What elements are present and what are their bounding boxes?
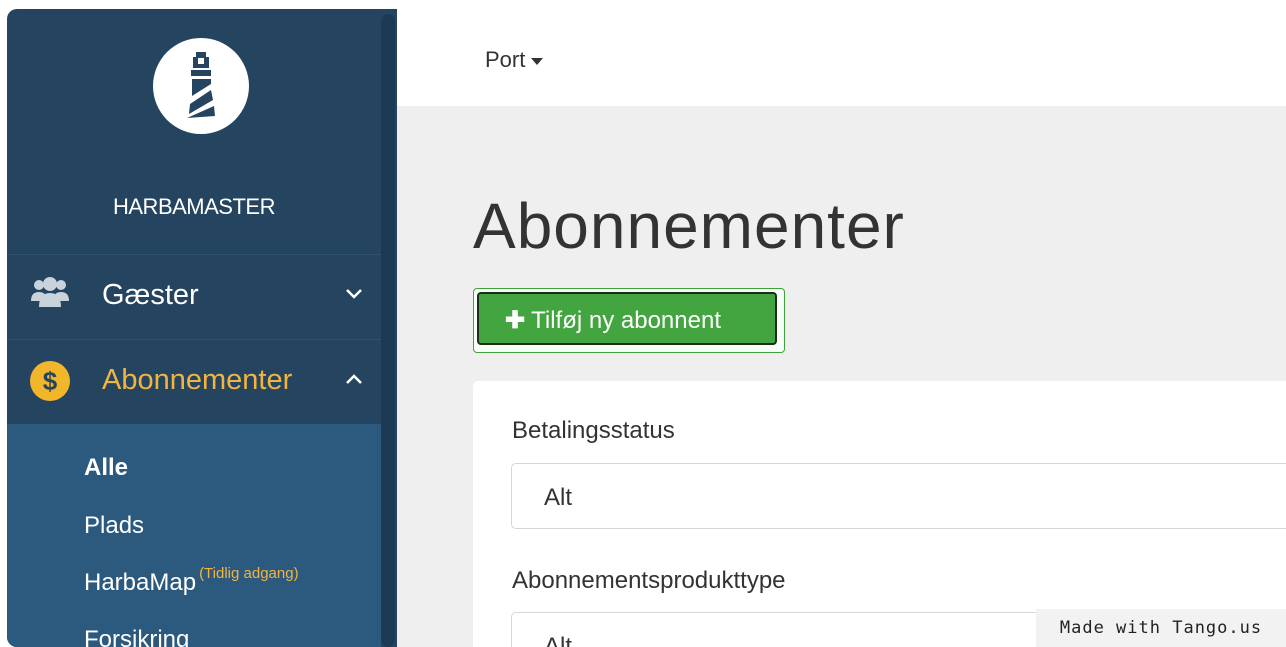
- submenu-item-harbamap-label: HarbaMap: [84, 569, 197, 596]
- sidebar: HARBAMASTER Gæster $ Abonnementer Alle P…: [7, 9, 397, 647]
- submenu-item-harbamap[interactable]: HarbaMap (Tidlig adgang): [84, 565, 299, 597]
- nav-label-abonnementer: Abonnementer: [102, 364, 293, 396]
- payment-status-label: Betalingsstatus: [512, 417, 675, 444]
- tango-watermark: Made with Tango.us: [1036, 609, 1286, 647]
- page-title: Abonnementer: [473, 190, 905, 262]
- submenu-item-forsikring[interactable]: Forsikring: [84, 626, 189, 647]
- early-access-badge: (Tidlig adgang): [199, 565, 299, 582]
- add-subscriber-button-label: Tilføj ny abonnent: [531, 307, 721, 334]
- app-window: HARBAMASTER Gæster $ Abonnementer Alle P…: [7, 9, 1286, 647]
- lighthouse-logo-icon[interactable]: [153, 38, 249, 134]
- sidebar-scrollbar[interactable]: [381, 14, 395, 647]
- dollar-coin-icon: $: [30, 361, 70, 401]
- filter-card: Betalingsstatus Alt Abonnementsproduktty…: [473, 381, 1286, 647]
- nav-label-gaester: Gæster: [102, 279, 199, 311]
- brand-name: HARBAMASTER: [113, 194, 275, 219]
- chevron-up-icon: [345, 372, 363, 390]
- payment-status-value: Alt: [544, 484, 573, 511]
- chevron-down-icon: [345, 287, 363, 305]
- submenu-item-alle[interactable]: Alle: [84, 454, 128, 482]
- submenu-abonnementer: Alle Plads HarbaMap (Tidlig adgang) Forsi…: [7, 424, 381, 647]
- payment-status-select[interactable]: Alt: [511, 463, 1286, 529]
- port-dropdown[interactable]: Port: [485, 47, 544, 73]
- add-subscriber-button[interactable]: ✚ Tilføj ny abonnent: [477, 292, 777, 345]
- product-type-value: Alt: [544, 633, 573, 647]
- nav-item-gaester[interactable]: Gæster: [7, 254, 381, 339]
- product-type-label: Abonnementsprodukttype: [512, 567, 786, 594]
- port-dropdown-label: Port: [485, 47, 526, 72]
- plus-icon: ✚: [505, 307, 526, 334]
- add-subscriber-button-focus-ring: ✚ Tilføj ny abonnent: [473, 288, 785, 353]
- top-navbar: Port: [397, 9, 1286, 106]
- nav-item-abonnementer[interactable]: $ Abonnementer: [7, 339, 381, 424]
- submenu-item-plads[interactable]: Plads: [84, 512, 144, 540]
- caret-down-icon: [531, 57, 544, 65]
- users-icon: [30, 275, 70, 316]
